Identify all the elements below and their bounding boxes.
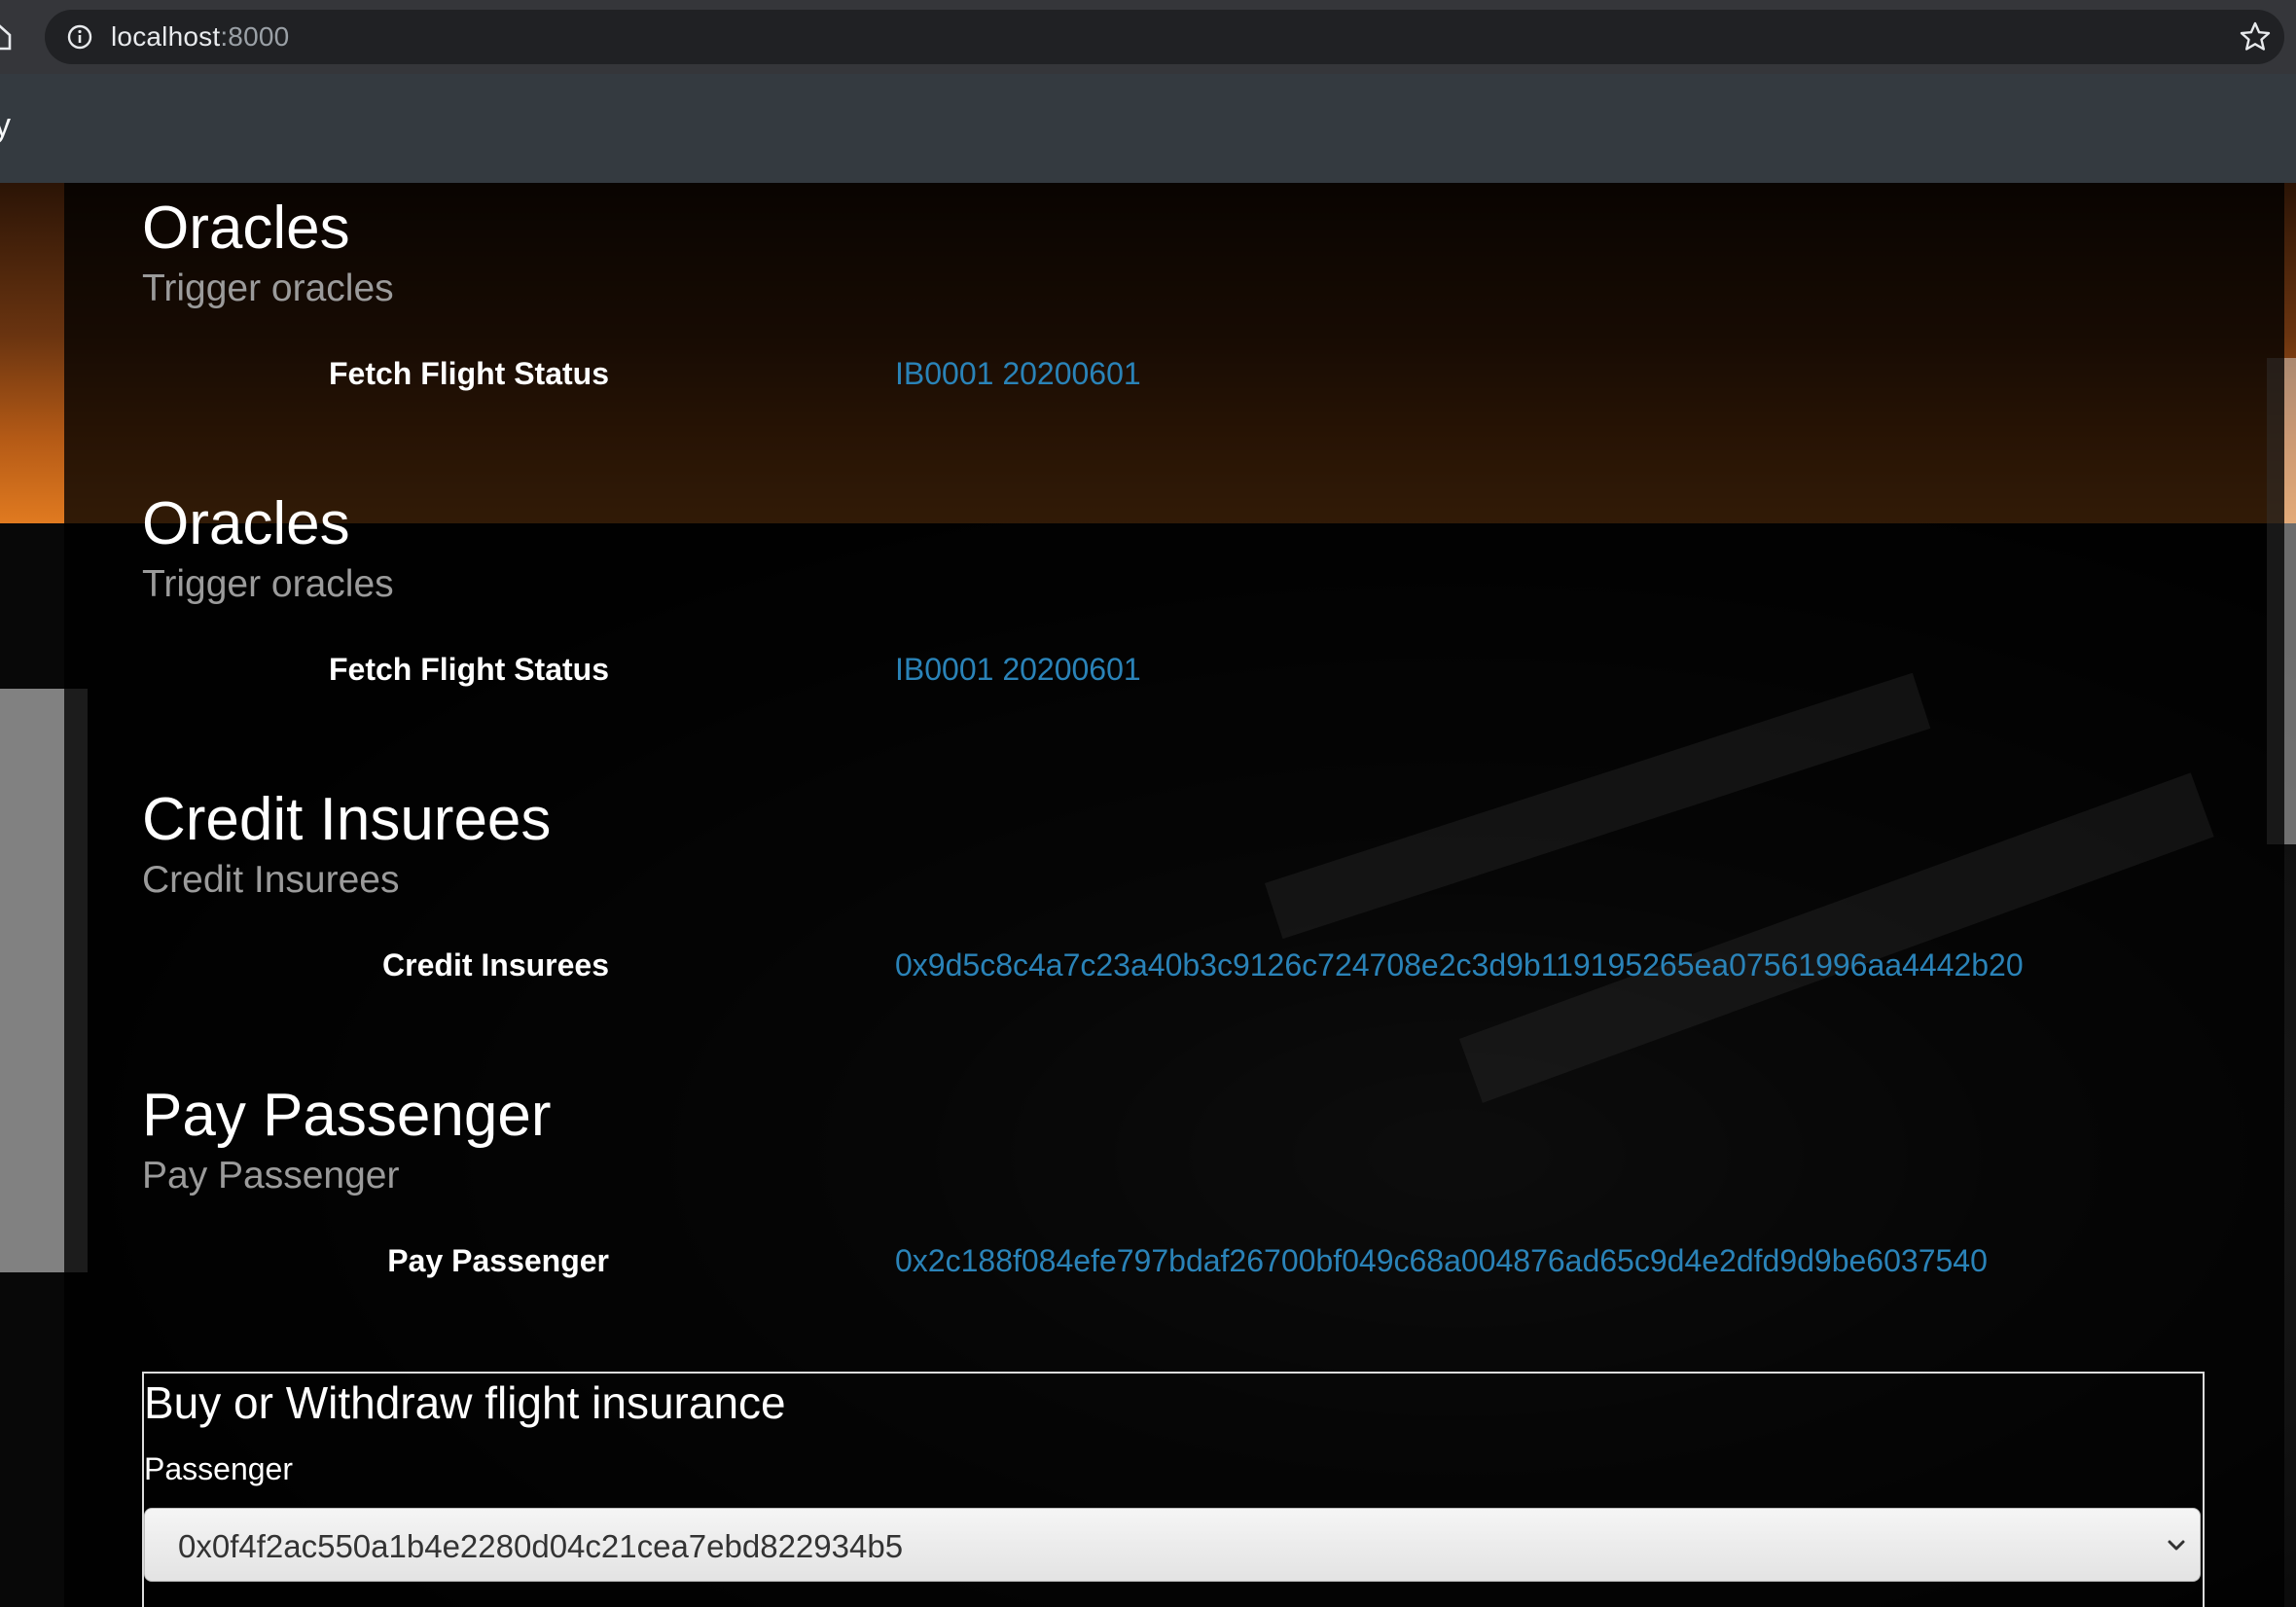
section-title: Pay Passenger (142, 1082, 552, 1149)
section-title: Credit Insurees (142, 786, 552, 853)
insurance-form-panel: Buy or Withdraw flight insurance Passeng… (142, 1372, 2205, 1607)
section-subtitle: Credit Insurees (142, 859, 400, 901)
section-subtitle: Trigger oracles (142, 563, 394, 605)
section-credit-insurees: Credit Insurees Credit Insurees Credit I… (142, 784, 2185, 982)
fetch-flight-status-link[interactable]: IB0001 20200601 (895, 652, 1141, 688)
url-port: :8000 (220, 21, 290, 52)
bookmark-star-icon[interactable] (2238, 19, 2273, 54)
section-title: Oracles (142, 195, 350, 262)
section-pay-passenger: Pay Passenger Pay Passenger Pay Passenge… (142, 1080, 2185, 1278)
section-oracles: Oracles Trigger oracles Fetch Flight Sta… (142, 193, 2185, 391)
section-title: Oracles (142, 490, 350, 557)
site-navbar: y (0, 74, 2296, 183)
action-row: Credit Insurees 0x9d5c8c4a7c23a40b3c9126… (142, 947, 2282, 990)
action-row: Pay Passenger 0x2c188f084efe797bdaf26700… (142, 1243, 2282, 1286)
section-oracles-2: Oracles Trigger oracles Fetch Flight Sta… (142, 488, 2185, 687)
action-row: Fetch Flight Status IB0001 20200601 (142, 652, 2282, 695)
action-row: Fetch Flight Status IB0001 20200601 (142, 356, 2282, 399)
url-host: localhost (111, 21, 221, 52)
action-label: Fetch Flight Status (329, 356, 609, 391)
pay-passenger-tx-link[interactable]: 0x2c188f084efe797bdaf26700bf049c68a00487… (895, 1243, 1988, 1279)
chevron-down-icon (2168, 1540, 2185, 1551)
url-text[interactable]: localhost:8000 (111, 21, 289, 53)
section-subtitle: Trigger oracles (142, 268, 394, 309)
passenger-select[interactable]: 0x0f4f2ac550a1b4e2280d04c21cea7ebd822934… (144, 1508, 2201, 1582)
address-bar[interactable]: localhost:8000 (45, 10, 2284, 64)
section-subtitle: Pay Passenger (142, 1155, 400, 1196)
navbar-brand[interactable]: y (0, 107, 11, 145)
passenger-label: Passenger (144, 1451, 293, 1486)
passenger-selected-value: 0x0f4f2ac550a1b4e2280d04c21cea7ebd822934… (178, 1528, 904, 1564)
form-title: Buy or Withdraw flight insurance (144, 1377, 786, 1428)
info-icon[interactable] (66, 23, 93, 51)
fetch-flight-status-link[interactable]: IB0001 20200601 (895, 356, 1141, 392)
home-icon[interactable] (0, 23, 12, 51)
browser-toolbar: localhost:8000 (0, 0, 2296, 74)
action-label: Fetch Flight Status (329, 652, 609, 687)
action-label: Pay Passenger (387, 1243, 609, 1278)
action-label: Credit Insurees (382, 947, 609, 982)
credit-insurees-tx-link[interactable]: 0x9d5c8c4a7c23a40b3c9126c724708e2c3d9b11… (895, 947, 2024, 983)
